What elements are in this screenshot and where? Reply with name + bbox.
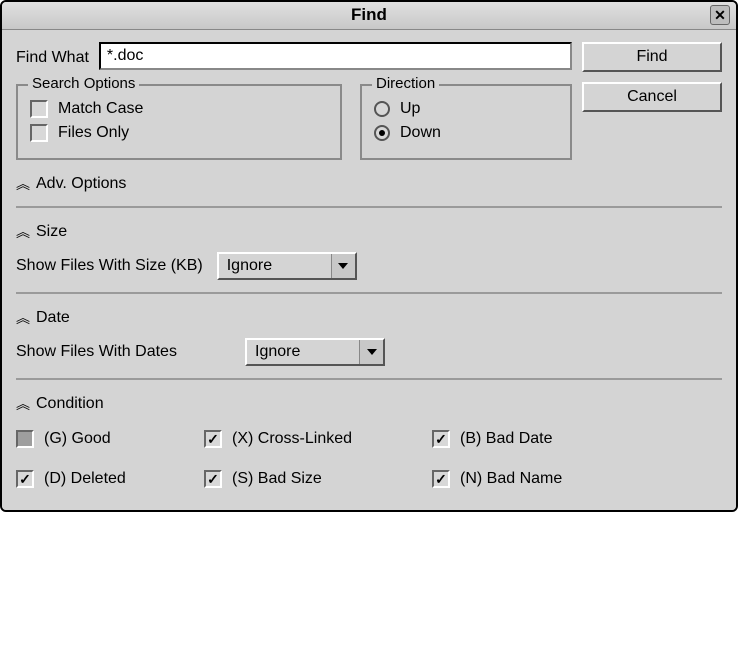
condition-deleted-checkbox[interactable]: ✓ [16,470,34,488]
radio-selected-dot-icon [379,130,385,136]
find-button[interactable]: Find [582,42,722,72]
condition-crosslinked-label: (X) Cross-Linked [232,430,352,448]
match-case-checkbox[interactable] [30,100,48,118]
condition-badsize-checkbox[interactable]: ✓ [204,470,222,488]
direction-up-label: Up [400,100,420,118]
chevron-up-icon: ︽ [16,394,28,414]
direction-legend: Direction [372,75,439,92]
chevron-up-icon: ︽ [16,308,28,328]
condition-deleted-label: (D) Deleted [44,470,126,488]
find-what-input[interactable] [99,42,572,70]
size-label: Show Files With Size (KB) [16,257,203,275]
condition-heading: Condition [36,395,104,413]
date-toggle[interactable]: ︽ Date [16,308,722,328]
search-options-legend: Search Options [28,75,139,92]
find-dialog: Find ✕ Find What Search Options Match Ca… [0,0,738,512]
direction-down-label: Down [400,124,441,142]
size-toggle[interactable]: ︽ Size [16,222,722,242]
condition-badsize-label: (S) Bad Size [232,470,322,488]
dropdown-arrow-icon [331,254,355,278]
titlebar: Find ✕ [2,2,736,30]
separator [16,292,722,294]
size-heading: Size [36,223,67,241]
close-icon: ✕ [714,7,726,24]
separator [16,206,722,208]
chevron-up-icon: ︽ [16,222,28,242]
find-what-label: Find What [16,45,89,67]
condition-good-checkbox[interactable] [16,430,34,448]
condition-badname-label: (N) Bad Name [460,470,562,488]
direction-group: Direction Up Down [360,84,572,160]
condition-toggle[interactable]: ︽ Condition [16,394,722,414]
match-case-label: Match Case [58,100,143,118]
size-select[interactable]: Ignore [217,252,357,280]
condition-baddate-label: (B) Bad Date [460,430,552,448]
files-only-checkbox[interactable] [30,124,48,142]
close-button[interactable]: ✕ [710,5,730,25]
date-select[interactable]: Ignore [245,338,385,366]
direction-up-radio[interactable] [374,101,390,117]
date-heading: Date [36,309,70,327]
dropdown-arrow-icon [359,340,383,364]
chevron-up-icon: ︽ [16,174,28,194]
files-only-label: Files Only [58,124,129,142]
adv-options-toggle[interactable]: ︽ Adv. Options [16,174,722,194]
search-options-group: Search Options Match Case Files Only [16,84,342,160]
adv-options-label: Adv. Options [36,175,126,193]
window-title: Find [351,5,387,24]
condition-crosslinked-checkbox[interactable]: ✓ [204,430,222,448]
condition-baddate-checkbox[interactable]: ✓ [432,430,450,448]
separator [16,378,722,380]
direction-down-radio[interactable] [374,125,390,141]
date-label: Show Files With Dates [16,343,231,361]
condition-good-label: (G) Good [44,430,111,448]
date-select-value: Ignore [247,343,359,361]
dialog-content: Find What Search Options Match Case File… [2,30,736,510]
size-select-value: Ignore [219,257,331,275]
cancel-button[interactable]: Cancel [582,82,722,112]
condition-badname-checkbox[interactable]: ✓ [432,470,450,488]
